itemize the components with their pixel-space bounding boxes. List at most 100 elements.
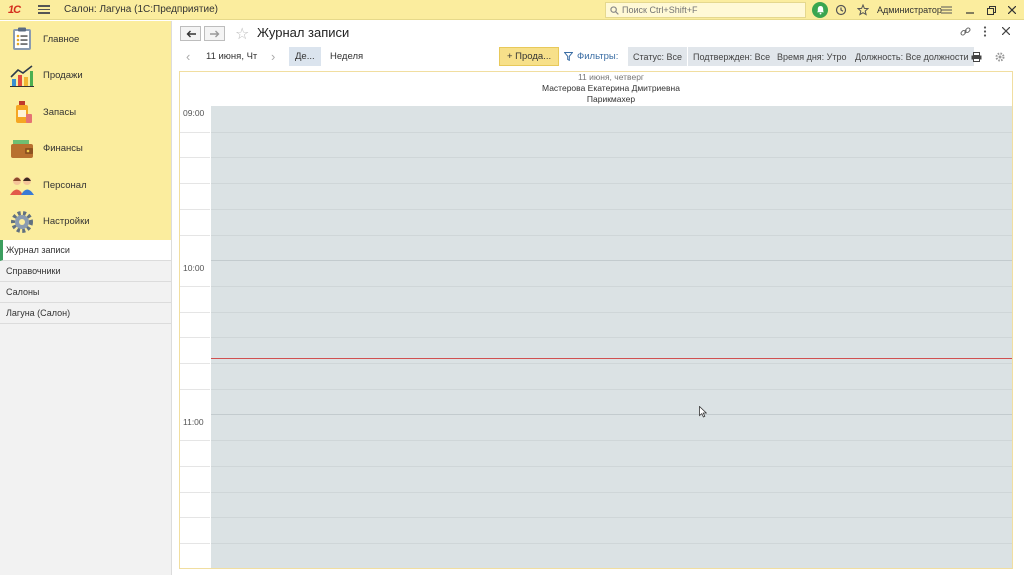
- more-actions-icon[interactable]: [983, 26, 987, 40]
- form-title: Журнал записи: [257, 25, 350, 40]
- navigation-list: Журнал записи Справочники Салоны Лагуна …: [0, 240, 171, 324]
- print-icon[interactable]: [971, 47, 982, 66]
- time-tick: [180, 209, 210, 210]
- nav-item-salons[interactable]: Салоны: [0, 282, 171, 303]
- time-tick: [180, 466, 210, 467]
- slot-divider: [211, 543, 1012, 544]
- slot-divider: [211, 209, 1012, 210]
- section-label: Настройки: [43, 216, 90, 228]
- form-area: ☆ Журнал записи ‹ 11 июня, Чт › Де... Не…: [173, 21, 1024, 575]
- section-finance[interactable]: Финансы: [0, 131, 171, 168]
- add-sale-button[interactable]: + Прода...: [499, 47, 560, 66]
- sections-panel: Главное Продажи Запасы Финансы Персонал: [0, 21, 171, 240]
- section-staff[interactable]: Персонал: [0, 167, 171, 204]
- filter-chip-daytime[interactable]: Время дня: Утро: [772, 47, 852, 66]
- time-tick: [180, 235, 210, 236]
- back-button[interactable]: [180, 26, 201, 41]
- time-tick: [180, 132, 210, 133]
- form-toolbar: ‹ 11 июня, Чт › Де... Неделя + Прода... …: [173, 47, 1024, 67]
- time-scale: 09:00 10:00 11:00: [180, 106, 210, 568]
- section-settings[interactable]: Настройки: [0, 204, 171, 241]
- notifications-bell-icon[interactable]: [812, 2, 828, 18]
- time-tick: [180, 337, 210, 338]
- time-tick: [180, 543, 210, 544]
- current-user[interactable]: Администратор: [877, 0, 942, 20]
- time-slot-grid[interactable]: [211, 106, 1012, 568]
- employee-name[interactable]: Мастерова Екатерина Дмитриевна: [210, 83, 1012, 94]
- stock-bottle-icon: [10, 100, 34, 124]
- time-tick: [180, 389, 210, 390]
- favorites-star-icon[interactable]: [857, 0, 869, 20]
- time-tick: [180, 492, 210, 493]
- next-date-chevron-icon[interactable]: ›: [271, 47, 275, 66]
- filter-chip-confirmed[interactable]: Подтвержден: Все: [688, 47, 776, 66]
- schedule-calendar: 11 июня, четверг Мастерова Екатерина Дми…: [179, 71, 1013, 569]
- wallet-icon: [10, 137, 34, 161]
- settings-gear-icon[interactable]: [995, 47, 1005, 66]
- section-label: Персонал: [43, 179, 87, 191]
- section-label: Финансы: [43, 143, 83, 155]
- titlebar: 1С Салон: Лагуна (1С:Предприятие) Админи…: [0, 0, 1024, 20]
- time-label: 10:00: [183, 263, 205, 273]
- close-window-icon[interactable]: [1008, 0, 1016, 20]
- time-tick: [180, 286, 210, 287]
- section-stock[interactable]: Запасы: [0, 94, 171, 131]
- settings-lines-icon[interactable]: [941, 0, 952, 20]
- sidebar: Главное Продажи Запасы Финансы Персонал: [0, 21, 172, 575]
- restore-icon[interactable]: [987, 0, 996, 20]
- favorite-star-icon[interactable]: ☆: [235, 24, 249, 44]
- slot-divider: [211, 235, 1012, 236]
- app-title: Салон: Лагуна (1С:Предприятие): [64, 4, 218, 15]
- time-tick: [180, 157, 210, 158]
- nav-item-directories[interactable]: Справочники: [0, 261, 171, 282]
- current-time-line: [211, 358, 1012, 359]
- section-sales[interactable]: Продажи: [0, 58, 171, 95]
- section-label: Главное: [43, 33, 80, 45]
- minimize-icon[interactable]: [966, 0, 974, 20]
- section-label: Продажи: [43, 70, 83, 82]
- section-main[interactable]: Главное: [0, 21, 171, 58]
- nav-item-laguna-salon[interactable]: Лагуна (Салон): [0, 303, 171, 324]
- section-label: Запасы: [43, 106, 77, 118]
- search-input[interactable]: [622, 5, 802, 15]
- slot-divider: [211, 389, 1012, 390]
- calendar-column-header: 11 июня, четверг Мастерова Екатерина Дми…: [210, 72, 1012, 106]
- time-tick: [180, 312, 210, 313]
- staff-people-icon: [10, 173, 34, 197]
- time-tick: [180, 440, 210, 441]
- time-label: 11:00: [183, 417, 204, 427]
- main-menu-icon[interactable]: [38, 5, 50, 14]
- slot-divider: [211, 286, 1012, 287]
- link-icon[interactable]: [960, 26, 971, 40]
- close-form-icon[interactable]: [1001, 26, 1011, 38]
- app-logo: 1С: [8, 3, 21, 16]
- filter-funnel-icon: [564, 47, 573, 66]
- search-icon: [610, 5, 619, 15]
- week-view-button[interactable]: Неделя: [330, 47, 363, 66]
- calendar-date: 11 июня, четверг: [577, 72, 645, 82]
- slot-divider: [211, 312, 1012, 313]
- current-date[interactable]: 11 июня, Чт: [206, 47, 257, 66]
- filters-label[interactable]: Фильтры:: [577, 47, 618, 66]
- time-label: 09:00: [183, 108, 205, 118]
- global-search[interactable]: [605, 2, 806, 18]
- employee-position: Парикмахер: [586, 94, 636, 104]
- filter-chip-status[interactable]: Статус: Все: [628, 47, 687, 66]
- slot-divider: [211, 492, 1012, 493]
- history-icon[interactable]: [835, 0, 847, 20]
- day-view-button[interactable]: Де...: [289, 47, 321, 66]
- slot-divider: [211, 440, 1012, 441]
- hour-divider: [211, 414, 1012, 415]
- forward-button[interactable]: [204, 26, 225, 41]
- nav-item-journal[interactable]: Журнал записи: [0, 240, 171, 261]
- form-header: ☆ Журнал записи: [173, 21, 1024, 45]
- slot-divider: [211, 183, 1012, 184]
- mouse-cursor-icon: [699, 405, 708, 421]
- slot-divider: [211, 132, 1012, 133]
- prev-date-chevron-icon[interactable]: ‹: [186, 47, 190, 66]
- filter-chip-position[interactable]: Должность: Все должности: [850, 47, 974, 66]
- gear-icon: [10, 210, 34, 234]
- time-tick: [180, 183, 210, 184]
- arrow-right-icon: [209, 30, 219, 37]
- slot-divider: [211, 157, 1012, 158]
